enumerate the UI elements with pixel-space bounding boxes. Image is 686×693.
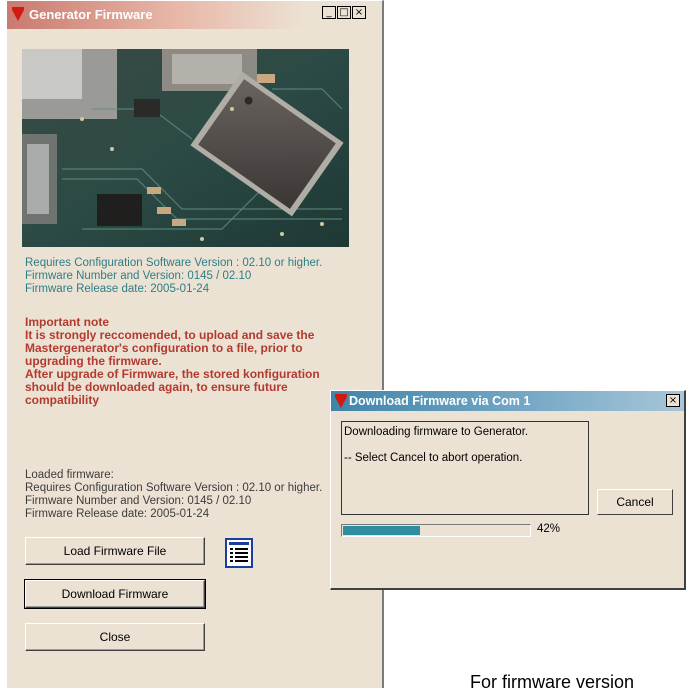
close-window-button[interactable]: × <box>352 6 366 19</box>
progress-percent-label: 42% <box>537 523 561 535</box>
list-view-icon[interactable] <box>225 538 253 568</box>
important-note: Important note It is strongly reccomende… <box>25 316 365 407</box>
firmware-number-text: Firmware Number and Version: 0145 / 02.1… <box>25 270 252 282</box>
list-lines-icon <box>229 542 249 562</box>
circuit-board-image <box>22 49 349 247</box>
loaded-required-version-text: Requires Configuration Software Version … <box>25 482 323 494</box>
cancel-button[interactable]: Cancel <box>597 489 673 515</box>
download-firmware-button[interactable]: Download Firmware <box>24 579 206 609</box>
main-title-bar[interactable]: Generator Firmware _ □ × <box>7 1 382 29</box>
footer-text: For firmware version <box>470 672 635 692</box>
company-logo-icon <box>335 394 347 408</box>
circuit-board-photo <box>22 49 349 247</box>
loaded-firmware-info: Loaded firmware: Requires Configuration … <box>25 469 322 521</box>
close-button[interactable]: Close <box>25 623 205 651</box>
company-logo-icon <box>12 7 24 21</box>
maximize-button[interactable]: □ <box>337 6 351 19</box>
note-line: compatibility <box>25 393 100 407</box>
dialog-close-button[interactable]: × <box>666 394 680 407</box>
minimize-button[interactable]: _ <box>322 6 336 19</box>
dialog-title: Download Firmware via Com 1 <box>349 394 531 408</box>
progress-bar-fill <box>343 526 420 535</box>
download-firmware-dialog: Download Firmware via Com 1 × Downloadin… <box>330 390 686 590</box>
status-message-line: -- Select Cancel to abort operation. <box>344 452 523 464</box>
status-message-line <box>344 439 586 452</box>
status-message-box: Downloading firmware to Generator. -- Se… <box>341 421 589 515</box>
loaded-release-date-text: Firmware Release date: 2005-01-24 <box>25 508 210 520</box>
loaded-firmware-heading: Loaded firmware: <box>25 469 114 481</box>
status-message-line: Downloading firmware to Generator. <box>344 426 529 438</box>
release-date-text: Firmware Release date: 2005-01-24 <box>25 283 210 295</box>
loaded-firmware-number-text: Firmware Number and Version: 0145 / 02.1… <box>25 495 252 507</box>
required-version-text: Requires Configuration Software Version … <box>25 257 323 269</box>
firmware-info: Requires Configuration Software Version … <box>25 257 322 296</box>
window-title: Generator Firmware <box>29 7 153 22</box>
generator-firmware-window: Generator Firmware _ □ × Requires Config… <box>6 0 384 688</box>
progress-bar <box>341 524 531 537</box>
load-firmware-file-button[interactable]: Load Firmware File <box>25 537 205 565</box>
dialog-title-bar[interactable]: Download Firmware via Com 1 × <box>331 391 684 411</box>
